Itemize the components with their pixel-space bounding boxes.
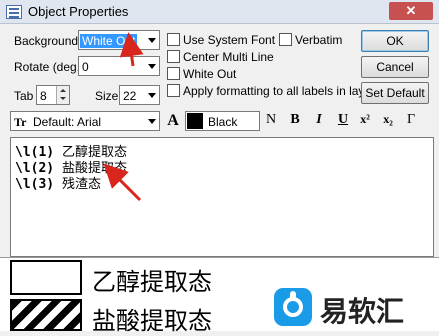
annotation-arrow bbox=[119, 32, 144, 67]
annotation-arrow bbox=[103, 163, 142, 202]
annotation-arrows bbox=[103, 32, 144, 202]
